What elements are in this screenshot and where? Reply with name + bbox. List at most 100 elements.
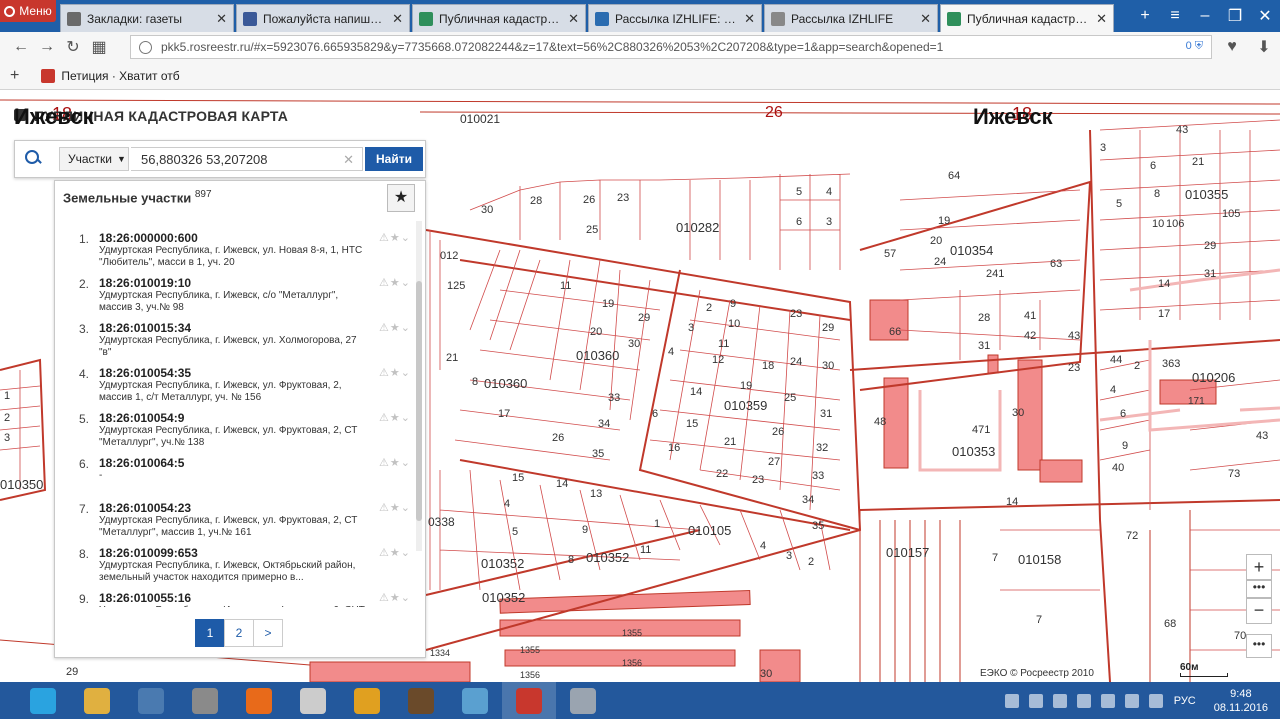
result-actions[interactable]: ⚠★⌄ — [379, 321, 411, 334]
taskbar-app[interactable] — [448, 682, 502, 719]
cadastral-number[interactable]: 18:26:010055:16 — [99, 591, 415, 605]
search-icon[interactable] — [25, 150, 41, 166]
speed-dial-icon[interactable]: ▦ — [86, 37, 112, 57]
forward-icon[interactable]: → — [34, 38, 60, 56]
zoom-out-button[interactable]: − — [1246, 598, 1272, 624]
tab-close-icon[interactable]: ✕ — [568, 11, 579, 27]
parcel-label: 31 — [820, 408, 833, 420]
browser-menu-button[interactable]: Меню — [0, 0, 56, 22]
taskbar-app[interactable] — [502, 682, 556, 719]
find-button[interactable]: Найти — [365, 147, 423, 171]
cadastral-number[interactable]: 18:26:010019:10 — [99, 276, 415, 290]
bluetooth-icon[interactable] — [1100, 693, 1115, 708]
favorite-star-button[interactable]: ★ — [387, 184, 415, 212]
cadastral-number[interactable]: 18:26:010054:23 — [99, 501, 415, 515]
tab-close-icon[interactable]: ✕ — [1096, 11, 1107, 27]
ublock-badge[interactable]: 0 ⛨ — [1186, 40, 1203, 53]
parcel-label: 23 — [1068, 362, 1081, 374]
add-bookmark-icon[interactable]: + — [10, 67, 19, 85]
parcel-label: 14 — [1158, 278, 1171, 290]
volume-icon[interactable] — [1148, 693, 1163, 708]
parcel-label: 34 — [802, 494, 815, 506]
result-actions[interactable]: ⚠★⌄ — [379, 591, 411, 604]
minimize-icon[interactable]: – — [1190, 7, 1220, 25]
result-item[interactable]: 8. 18:26:010099:653 Удмуртская Республик… — [55, 540, 415, 585]
result-item[interactable]: 6. 18:26:010064:5 - ⚠★⌄ — [55, 450, 415, 495]
heart-icon[interactable]: ♥ — [1216, 38, 1248, 56]
taskbar-app[interactable] — [16, 682, 70, 719]
map-options-icon[interactable]: ••• — [1246, 634, 1272, 658]
cadastral-number[interactable]: 18:26:000000:600 — [99, 231, 415, 245]
maximize-icon[interactable]: ❐ — [1220, 6, 1250, 26]
cadastral-number[interactable]: 18:26:010099:653 — [99, 546, 415, 560]
tab-close-icon[interactable]: ✕ — [216, 11, 227, 27]
building-block — [309, 661, 471, 682]
taskbar-app[interactable] — [70, 682, 124, 719]
browser-tab[interactable]: Пожалуйста напишите ответ ✕ — [236, 4, 410, 32]
taskbar-app[interactable] — [286, 682, 340, 719]
result-item[interactable]: 3. 18:26:010015:34 Удмуртская Республика… — [55, 315, 415, 360]
tray-app-icon[interactable] — [1052, 693, 1067, 708]
zoom-more-icon[interactable]: ••• — [1246, 580, 1272, 598]
zoom-in-button[interactable]: + — [1246, 554, 1272, 580]
close-window-icon[interactable]: ✕ — [1250, 6, 1280, 26]
cadastral-number[interactable]: 18:26:010064:5 — [99, 456, 415, 470]
browser-tab[interactable]: Рассылка IZHLIFE ✕ — [764, 4, 938, 32]
cadastral-number[interactable]: 18:26:010054:35 — [99, 366, 415, 380]
tab-close-icon[interactable]: ✕ — [920, 11, 931, 27]
result-actions[interactable]: ⚠★⌄ — [379, 546, 411, 559]
back-icon[interactable]: ← — [8, 38, 34, 56]
new-tab-icon[interactable]: + — [1130, 7, 1160, 25]
browser-tab[interactable]: Закладки: газеты ✕ — [60, 4, 234, 32]
taskbar-app[interactable] — [124, 682, 178, 719]
clear-icon[interactable]: ✕ — [343, 152, 354, 168]
search-input[interactable]: 56,880326 53,207208 ✕ — [131, 147, 363, 171]
result-number: 5. — [78, 412, 89, 426]
taskbar-app[interactable] — [232, 682, 286, 719]
result-item[interactable]: 2. 18:26:010019:10 Удмуртская Республика… — [55, 270, 415, 315]
result-actions[interactable]: ⚠★⌄ — [379, 501, 411, 514]
cadastral-number[interactable]: 18:26:010015:34 — [99, 321, 415, 335]
result-address: Удмуртская Республика, г. Ижевск, Октябр… — [99, 560, 356, 583]
taskbar-app[interactable] — [340, 682, 394, 719]
keyboard-icon[interactable] — [1004, 693, 1019, 708]
results-scrollbar[interactable] — [416, 221, 422, 551]
result-actions[interactable]: ⚠★⌄ — [379, 411, 411, 424]
tab-menu-icon[interactable]: ≡ — [1160, 7, 1190, 25]
result-actions[interactable]: ⚠★⌄ — [379, 231, 411, 244]
cadastral-number[interactable]: 18:26:010054:9 — [99, 411, 415, 425]
result-item[interactable]: 7. 18:26:010054:23 Удмуртская Республика… — [55, 495, 415, 540]
result-actions[interactable]: ⚠★⌄ — [379, 276, 411, 289]
page-button[interactable]: 2 — [224, 619, 254, 647]
result-item[interactable]: 1. 18:26:000000:600 Удмуртская Республик… — [55, 225, 415, 270]
browser-tab[interactable]: Рассылка IZHLIFE: Подпи ✕ — [588, 4, 762, 32]
browser-tab[interactable]: Публичная кадастровая ✕ — [940, 4, 1114, 32]
taskbar-app[interactable] — [178, 682, 232, 719]
tray-app-icon[interactable] — [1028, 693, 1043, 708]
language-indicator[interactable]: РУС — [1174, 695, 1196, 707]
result-item[interactable]: 5. 18:26:010054:9 Удмуртская Республика,… — [55, 405, 415, 450]
tray-app-icon[interactable] — [1076, 693, 1091, 708]
parcel-label: 010105 — [688, 523, 732, 538]
search-type-select[interactable]: Участки ▼ — [59, 147, 129, 171]
page-button[interactable]: 1 — [195, 619, 225, 647]
taskbar-app[interactable] — [556, 682, 610, 719]
result-actions[interactable]: ⚠★⌄ — [379, 366, 411, 379]
taskbar-app[interactable] — [394, 682, 448, 719]
tab-close-icon[interactable]: ✕ — [744, 11, 755, 27]
next-page-button[interactable]: > — [253, 619, 283, 647]
reload-icon[interactable]: ↻ — [60, 37, 86, 57]
parcel-label: 14 — [556, 478, 569, 490]
url-field[interactable]: pkk5.rosreestr.ru/#x=5923076.665935829&y… — [130, 35, 1212, 59]
result-item[interactable]: 4. 18:26:010054:35 Удмуртская Республика… — [55, 360, 415, 405]
network-icon[interactable] — [1124, 693, 1139, 708]
tab-close-icon[interactable]: ✕ — [392, 11, 403, 27]
parcel-label: 106 — [1166, 218, 1185, 230]
download-icon[interactable]: ⬇ — [1248, 37, 1280, 57]
bookmark-item[interactable]: Петиция · Хватит отб — [61, 69, 179, 83]
parcel-label: 40 — [1112, 462, 1125, 474]
clock[interactable]: 9:48 08.11.2016 — [1202, 687, 1280, 715]
browser-tab[interactable]: Публичная кадастровая ✕ — [412, 4, 586, 32]
result-item[interactable]: 9. 18:26:010055:16 Удмуртская Республика… — [55, 585, 415, 607]
result-actions[interactable]: ⚠★⌄ — [379, 456, 411, 469]
